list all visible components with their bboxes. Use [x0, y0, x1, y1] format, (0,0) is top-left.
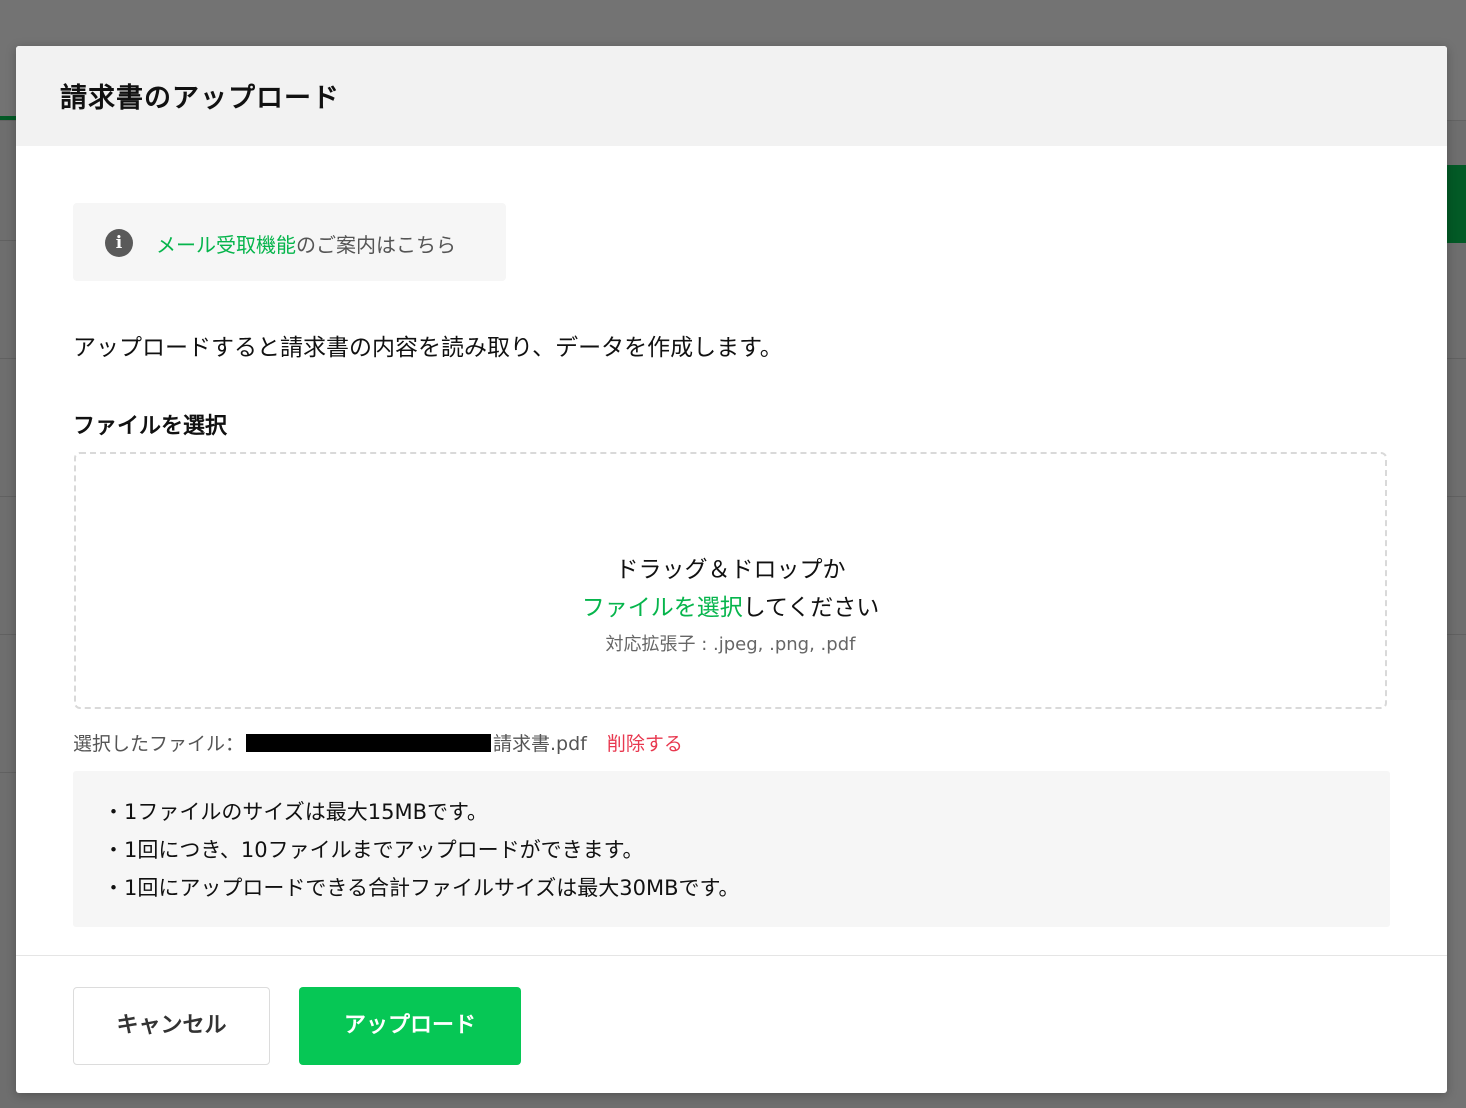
selected-file-row: 選択したファイル： 請求書.pdf 削除する — [73, 729, 683, 756]
file-select-heading: ファイルを選択 — [73, 414, 228, 439]
selected-file-label: 選択したファイル： — [73, 733, 245, 755]
upload-description: アップロードすると請求書の内容を読み取り、データを作成します。 — [73, 335, 783, 361]
list-item: ・1回につき、10ファイルまでアップロードができます。 — [103, 838, 644, 862]
file-dropzone[interactable]: ドラッグ＆ドロップか ファイルを選択してください 対応拡張子 : .jpeg, … — [74, 452, 1387, 709]
selected-file-name: 請求書.pdf — [493, 733, 587, 755]
upload-notes-list: ・1ファイルのサイズは最大15MBです。 ・1回につき、10ファイルまでアップロ… — [73, 771, 1390, 907]
select-file-link[interactable]: ファイルを選択 — [582, 595, 743, 621]
dropzone-select-suffix: してください — [742, 595, 880, 621]
info-notice-text: メール受取機能のご案内はこちら — [156, 229, 456, 258]
supported-extensions: 対応拡張子 : .jpeg, .png, .pdf — [605, 634, 856, 655]
list-item: ・1ファイルのサイズは最大15MBです。 — [103, 800, 488, 824]
redacted-filename — [246, 733, 492, 752]
dropzone-select-text: ファイルを選択してください — [76, 588, 1385, 622]
footer-divider — [16, 955, 1447, 956]
cancel-button[interactable]: キャンセル — [73, 987, 270, 1065]
mail-receive-feature-link[interactable]: メール受取機能 — [156, 233, 296, 257]
info-notice-suffix: のご案内はこちら — [296, 233, 456, 257]
upload-notes: ・1ファイルのサイズは最大15MBです。 ・1回につき、10ファイルまでアップロ… — [73, 771, 1390, 927]
dialog-title: 請求書のアップロード — [60, 83, 340, 114]
delete-file-link[interactable]: 削除する — [607, 729, 683, 756]
upload-invoice-dialog: 請求書のアップロード i メール受取機能のご案内はこちら アップロードすると請求… — [16, 46, 1447, 1093]
info-notice: i メール受取機能のご案内はこちら — [73, 203, 506, 281]
upload-button[interactable]: アップロード — [299, 987, 521, 1065]
dropzone-drag-text: ドラッグ＆ドロップか — [615, 557, 846, 583]
info-icon: i — [105, 229, 133, 257]
dialog-header: 請求書のアップロード — [16, 46, 1447, 146]
list-item: ・1回にアップロードできる合計ファイルサイズは最大30MBです。 — [103, 876, 740, 900]
